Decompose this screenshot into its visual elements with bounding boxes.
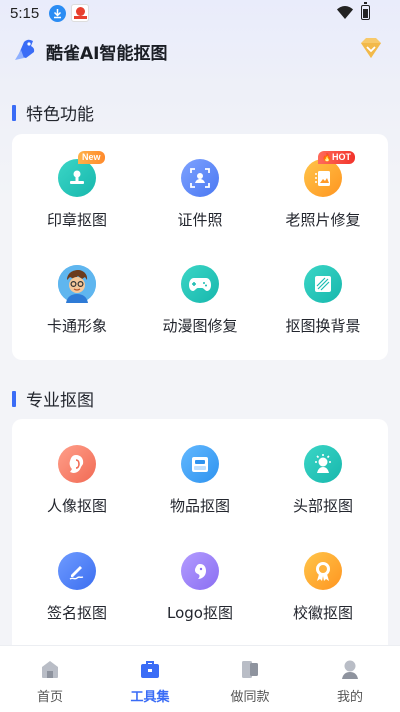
tile-cartoon-avatar[interactable]: 卡通形象	[17, 265, 137, 355]
portrait-icon	[58, 445, 96, 483]
tile-seal-cutout[interactable]: New 印章抠图	[17, 151, 137, 249]
tile-signature-cutout[interactable]: 签名抠图	[17, 552, 137, 642]
old-photo-icon: 🔥HOT	[304, 151, 355, 197]
school-badge-icon	[304, 552, 342, 590]
tab-label: 首页	[36, 690, 63, 705]
tile-label: 抠图换背景	[285, 317, 361, 335]
tile-anime-restore[interactable]: 动漫图修复	[140, 265, 260, 355]
tab-make-same[interactable]: 做同款	[200, 646, 300, 712]
tile-old-photo-restore[interactable]: 🔥HOT 老照片修复	[263, 151, 383, 249]
tile-label: 头部抠图	[292, 497, 353, 515]
featured-card: New 印章抠图 证件照 🔥HOT 老照片修复 卡通形象 动漫图修复 抠图换背景	[12, 134, 388, 360]
logo-icon	[15, 39, 35, 60]
section-title-featured: 特色功能	[12, 100, 94, 125]
section-marker	[12, 104, 16, 121]
tile-head-cutout[interactable]: 头部抠图	[263, 445, 383, 535]
status-bar: 5:15	[0, 0, 400, 28]
tab-label: 工具集	[130, 690, 170, 705]
app-header: 酷雀AI智能抠图	[0, 34, 400, 66]
template-icon	[242, 661, 258, 678]
tile-label: 证件照	[177, 211, 223, 229]
tile-id-photo[interactable]: 证件照	[140, 159, 260, 249]
tab-label: 我的	[336, 690, 363, 705]
tile-label: 老照片修复	[285, 211, 361, 229]
section-title-text: 专业抠图	[26, 391, 94, 411]
tile-label: 印章抠图	[46, 211, 107, 229]
hot-badge: 🔥HOT	[318, 151, 355, 164]
id-photo-icon	[181, 159, 219, 197]
tile-label: 动漫图修复	[162, 317, 238, 335]
toolbox-icon	[141, 661, 159, 678]
tile-object-cutout[interactable]: 物品抠图	[140, 445, 260, 535]
download-icon	[49, 5, 66, 22]
tab-toolkit[interactable]: 工具集	[100, 646, 200, 712]
bottom-tab-bar: 首页 工具集 做同款 我的	[0, 645, 400, 712]
home-icon	[42, 661, 58, 678]
tile-portrait-cutout[interactable]: 人像抠图	[17, 445, 137, 535]
head-icon	[304, 445, 342, 483]
profile-icon	[342, 660, 358, 679]
battery-icon	[361, 2, 370, 20]
object-icon	[181, 445, 219, 483]
tile-label: 签名抠图	[46, 604, 107, 622]
section-title-professional: 专业抠图	[12, 386, 94, 411]
tile-change-background[interactable]: 抠图换背景	[263, 265, 383, 355]
tile-label: 卡通形象	[46, 317, 107, 335]
section-marker	[12, 390, 16, 407]
logo-cutout-icon	[181, 552, 219, 590]
tab-home[interactable]: 首页	[0, 646, 100, 712]
tab-mine[interactable]: 我的	[300, 646, 400, 712]
tile-label: Logo抠图	[167, 604, 233, 622]
tile-school-badge-cutout[interactable]: 校徽抠图	[263, 552, 383, 642]
tile-logo-cutout[interactable]: Logo抠图	[140, 552, 260, 642]
signature-icon	[58, 552, 96, 590]
tile-label: 人像抠图	[46, 497, 107, 515]
tile-label: 物品抠图	[169, 497, 230, 515]
vip-diamond-icon[interactable]	[357, 36, 385, 62]
app-notification-icon	[71, 4, 89, 22]
wifi-icon	[337, 6, 353, 19]
professional-card: 人像抠图 物品抠图 头部抠图 签名抠图 Logo抠图 校徽抠图	[12, 419, 388, 659]
section-title-text: 特色功能	[26, 105, 94, 125]
cartoon-avatar-icon	[58, 265, 96, 303]
change-background-icon	[304, 265, 342, 303]
gamepad-icon	[181, 265, 219, 303]
new-badge: New	[78, 151, 105, 164]
seal-icon: New	[58, 151, 105, 197]
status-time: 5:15	[10, 5, 40, 22]
tile-label: 校徽抠图	[292, 604, 353, 622]
app-title: 酷雀AI智能抠图	[46, 44, 168, 64]
tab-label: 做同款	[230, 690, 270, 705]
